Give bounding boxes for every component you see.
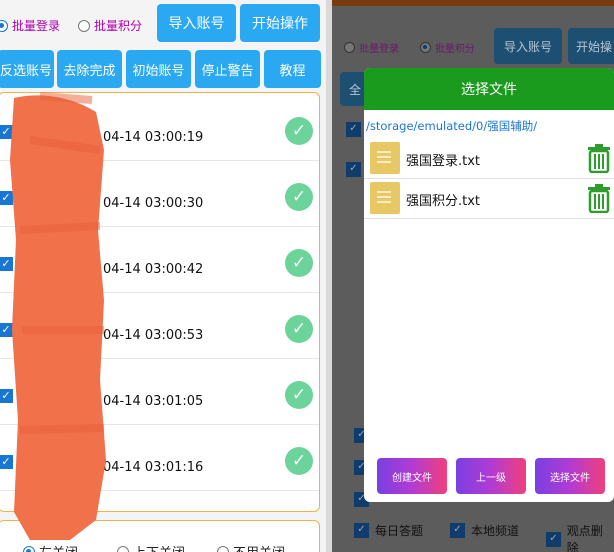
option-label: 观点删除 [566,524,603,552]
radio-dot [0,19,8,32]
radio-label: 批量登录 [359,44,399,55]
option-daily-quiz[interactable]: ✓ 每日答题 [354,522,423,539]
import-accounts-button[interactable]: 导入账号 [494,28,562,64]
row-checkbox[interactable]: ✓ [0,125,13,139]
row-timestamp: 04-14 03:00:19 [103,130,204,145]
account-row[interactable]: ✓ 04-14 03:00:53 ✓ [0,293,319,359]
check-circle-icon: ✓ [285,249,313,277]
invert-selection-button[interactable]: 反选账号 [0,50,54,88]
check-circle-icon: ✓ [285,447,313,475]
row-timestamp: 04-14 03:00:30 [103,196,204,211]
radio-batch-login[interactable]: 批量登录 [344,40,399,55]
row-checkbox[interactable]: ✓ [0,257,13,271]
title-bar-strip [332,0,614,6]
check-circle-icon: ✓ [285,183,313,211]
option-label: 本地频道 [471,524,520,538]
radio-label: 上下关闭 [133,542,185,552]
import-accounts-button[interactable]: 导入账号 [157,4,236,42]
file-name: 强国登录.txt [406,154,481,169]
file-icon-line [377,161,391,163]
radio-dot [117,545,129,552]
radio-dot [344,42,355,53]
account-row[interactable]: ✓ 04-14 03:00:42 ✓ [0,227,319,293]
row-checkbox[interactable]: ✓ [0,389,13,403]
close-mode-options: 左关闭 上下关闭 不用关闭 [0,520,320,552]
text-file-icon [370,182,400,214]
file-icon-line [377,151,391,153]
radio-dot [78,19,90,32]
file-item[interactable]: 强国登录.txt [364,138,614,179]
checkbox[interactable]: ✓ [546,531,561,547]
row-timestamp: 04-14 03:00:42 [103,262,204,277]
tutorial-button[interactable]: 教程 [264,50,321,88]
file-picker-dialog: 选择文件 /storage/emulated/0/强国辅助/ 强国登录.txt … [364,68,614,502]
current-path: /storage/emulated/0/强国辅助/ [366,119,538,133]
radio-dot [23,545,35,552]
file-icon-line [377,201,391,203]
file-item[interactable]: 强国积分.txt [364,178,614,219]
radio-dot [217,545,229,552]
radio-label: 不用关闭 [233,542,285,552]
file-name: 强国积分.txt [406,194,481,209]
account-list: ✓ 04-14 03:00:19 ✓ ✓ 04-14 03:00:30 ✓ ✓ … [0,92,320,512]
account-row[interactable]: ✓ 04-14 03:01:16 ✓ [0,425,319,491]
row-timestamp: 04-14 03:00:53 [103,328,204,343]
row-checkbox[interactable]: ✓ [0,455,13,469]
option-local-channel[interactable]: ✓ 本地频道 [450,522,519,539]
row-timestamp: 04-14 03:01:05 [103,394,204,409]
start-operation-button[interactable]: 开始操 [568,28,614,64]
radio-label: 左关闭 [39,542,78,552]
stop-warning-button[interactable]: 停止警告 [195,50,260,88]
radio-batch-login[interactable]: 批量登录 [0,17,60,34]
file-icon-line [377,191,391,193]
start-operation-button[interactable]: 开始操作 [240,4,320,42]
account-row[interactable]: ✓ 04-14 03:00:19 ✓ [0,95,319,161]
trash-icon[interactable] [586,143,612,173]
check-circle-icon: ✓ [285,117,313,145]
radio-label: 批量登录 [12,19,61,33]
dialog-title: 选择文件 [364,68,614,110]
left-screen: 批量登录 批量积分 导入账号 开始操作 反选账号 去除完成 初始账号 停止警告 … [0,0,326,552]
radio-batch-points[interactable]: 批量积分 [420,40,475,55]
trash-icon[interactable] [586,183,612,213]
option-label: 每日答题 [375,524,424,538]
file-icon-line [377,196,391,198]
reset-accounts-button[interactable]: 初始账号 [126,50,191,88]
row-timestamp: 04-14 03:01:16 [103,460,204,475]
account-row[interactable]: ✓ 04-14 03:01:05 ✓ [0,359,319,425]
check-circle-icon: ✓ [285,315,313,343]
checkbox[interactable]: ✓ [346,122,361,137]
file-icon-line [377,156,391,158]
radio-label: 批量积分 [94,19,143,33]
option-delete-viewpoint[interactable]: ✓ 观点删除 [546,522,614,552]
parent-directory-button[interactable]: 上一级 [456,458,526,494]
radio-dot [420,42,431,53]
radio-label: 批量积分 [435,44,475,55]
checkbox[interactable]: ✓ [346,162,361,177]
row-checkbox[interactable]: ✓ [0,191,13,205]
radio-left-close[interactable]: 左关闭 [23,542,78,552]
radio-no-close[interactable]: 不用关闭 [217,542,285,552]
remove-completed-button[interactable]: 去除完成 [57,50,122,88]
radio-batch-points[interactable]: 批量积分 [78,17,142,34]
checkbox[interactable]: ✓ [354,523,369,538]
create-file-button[interactable]: 创建文件 [377,458,447,494]
check-circle-icon: ✓ [285,381,313,409]
select-file-button[interactable]: 选择文件 [535,458,605,494]
radio-updown-close[interactable]: 上下关闭 [117,542,185,552]
text-file-icon [370,142,400,174]
checkbox[interactable]: ✓ [450,523,465,538]
account-row[interactable]: ✓ 04-14 03:00:30 ✓ [0,161,319,227]
row-checkbox[interactable]: ✓ [0,323,13,337]
